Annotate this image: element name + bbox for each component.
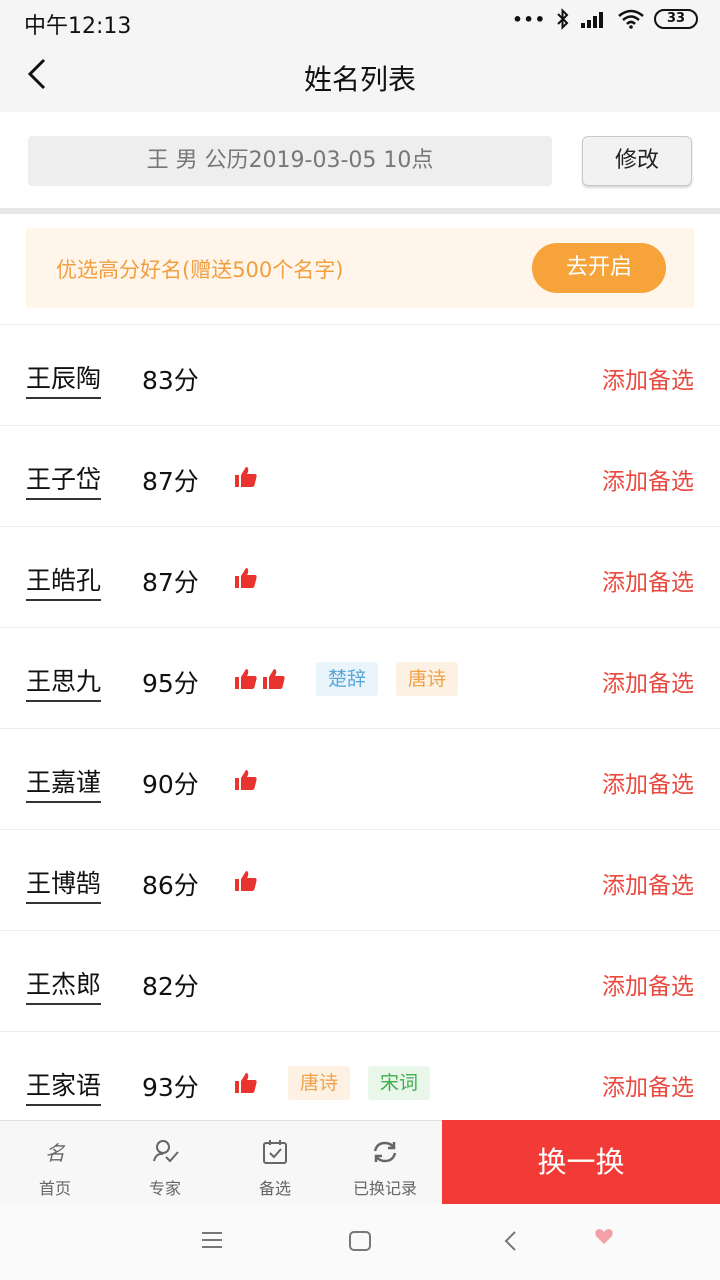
- thumbs-rating: [234, 870, 258, 892]
- tag-tangshi: 唐诗: [288, 1066, 351, 1100]
- name-score: 87分: [142, 568, 199, 597]
- name-score: 82分: [142, 972, 199, 1001]
- thumbs-up-icon: [235, 871, 257, 891]
- page-title: 姓名列表: [303, 63, 416, 96]
- system-nav-bar: [0, 1204, 720, 1280]
- info-row: 王 男 公历2019-03-05 10点 修改: [0, 112, 720, 210]
- thumbs-up-icon: [235, 669, 257, 689]
- name-link[interactable]: 王嘉谨: [26, 763, 102, 803]
- add-candidate-button[interactable]: 添加备选: [602, 563, 694, 597]
- promo-open-button[interactable]: 去开启: [532, 243, 666, 293]
- name-link[interactable]: 王家语: [26, 1066, 102, 1106]
- tag-songci: 宋词: [368, 1066, 431, 1100]
- menu-icon[interactable]: [200, 1230, 224, 1250]
- tab-home[interactable]: 名 首页: [0, 1121, 110, 1205]
- name-row: 王家语 93分 唐诗 宋词 添加备选: [0, 1031, 720, 1132]
- add-candidate-button[interactable]: 添加备选: [602, 462, 694, 496]
- tab-candidates[interactable]: 备选: [220, 1121, 330, 1205]
- source-tags: 唐诗 宋词: [288, 1066, 431, 1100]
- name-char-icon: 名: [45, 1141, 66, 1165]
- battery-icon: 33: [654, 9, 698, 29]
- status-bar: 中午12:13 ••• 33: [0, 0, 720, 40]
- edit-button[interactable]: 修改: [582, 136, 692, 186]
- status-time: 中午12:13: [24, 14, 132, 39]
- name-link[interactable]: 王博鹄: [26, 864, 102, 904]
- thumbs-rating: [234, 466, 258, 488]
- promo-text: 优选高分好名(赠送500个名字): [56, 258, 344, 282]
- tab-label: 已换记录: [352, 1179, 417, 1198]
- add-candidate-button[interactable]: 添加备选: [602, 967, 694, 1001]
- wifi-icon: [618, 9, 644, 29]
- add-candidate-button[interactable]: 添加备选: [602, 1068, 694, 1102]
- thumbs-up-icon: [235, 770, 257, 790]
- name-link[interactable]: 王杰郎: [26, 965, 102, 1005]
- status-icons: ••• 33: [512, 8, 698, 30]
- name-score: 83分: [142, 366, 199, 395]
- heart-icon: [595, 1229, 613, 1244]
- back-nav-icon[interactable]: [500, 1230, 522, 1252]
- name-score: 87分: [142, 467, 199, 496]
- name-row: 王皓孔 87分 添加备选: [0, 526, 720, 627]
- swap-button[interactable]: 换一换: [442, 1120, 720, 1204]
- header: 姓名列表: [0, 40, 720, 112]
- thumbs-up-icon: [235, 467, 257, 487]
- name-score: 93分: [142, 1073, 199, 1102]
- tab-label: 首页: [38, 1179, 71, 1198]
- name-row: 王辰陶 83分 添加备选: [0, 324, 720, 425]
- tag-chuci: 楚辞: [316, 662, 379, 696]
- name-link[interactable]: 王辰陶: [26, 359, 102, 399]
- refresh-icon: [373, 1141, 397, 1163]
- add-candidate-button[interactable]: 添加备选: [602, 866, 694, 900]
- more-notifications-icon: •••: [512, 9, 546, 29]
- bluetooth-icon: [557, 8, 569, 30]
- name-list: 王辰陶 83分 添加备选 王子岱 87分 添加备选 王皓孔 87分 添加备选 王…: [0, 324, 720, 1132]
- add-candidate-button[interactable]: 添加备选: [602, 361, 694, 395]
- tag-tangshi: 唐诗: [396, 662, 459, 696]
- thumbs-rating: [234, 1072, 258, 1094]
- name-link[interactable]: 王皓孔: [26, 561, 102, 601]
- svg-text:名: 名: [45, 1141, 66, 1165]
- name-score: 90分: [142, 770, 199, 799]
- name-link[interactable]: 王子岱: [26, 460, 102, 500]
- thumbs-up-icon: [235, 1073, 257, 1093]
- thumbs-up-icon: [263, 669, 285, 689]
- name-row: 王嘉谨 90分 添加备选: [0, 728, 720, 829]
- add-candidate-button[interactable]: 添加备选: [602, 664, 694, 698]
- name-row: 王子岱 87分 添加备选: [0, 425, 720, 526]
- thumbs-rating: [234, 567, 258, 589]
- home-icon[interactable]: [348, 1230, 372, 1252]
- calendar-check-icon: [263, 1140, 287, 1164]
- name-row: 王思九 95分 楚辞 唐诗 添加备选: [0, 627, 720, 728]
- tab-label: 专家: [148, 1179, 181, 1198]
- section-divider: [0, 208, 720, 214]
- tab-history[interactable]: 已换记录: [330, 1121, 440, 1205]
- name-score: 86分: [142, 871, 199, 900]
- signal-icon: [581, 12, 603, 28]
- source-tags: 楚辞 唐诗: [316, 662, 459, 696]
- name-row: 王杰郎 82分 添加备选: [0, 930, 720, 1031]
- promo-banner: 优选高分好名(赠送500个名字) 去开启: [26, 228, 694, 308]
- name-link[interactable]: 王思九: [26, 662, 102, 702]
- name-score: 95分: [142, 669, 199, 698]
- thumbs-rating: [234, 668, 286, 690]
- add-candidate-button[interactable]: 添加备选: [602, 765, 694, 799]
- expert-icon: [153, 1140, 179, 1163]
- name-row: 王博鹄 86分 添加备选: [0, 829, 720, 930]
- tab-label: 备选: [258, 1179, 291, 1198]
- person-info-field: 王 男 公历2019-03-05 10点: [28, 136, 552, 186]
- thumbs-up-icon: [235, 568, 257, 588]
- tab-expert[interactable]: 专家: [110, 1121, 220, 1205]
- thumbs-rating: [234, 769, 258, 791]
